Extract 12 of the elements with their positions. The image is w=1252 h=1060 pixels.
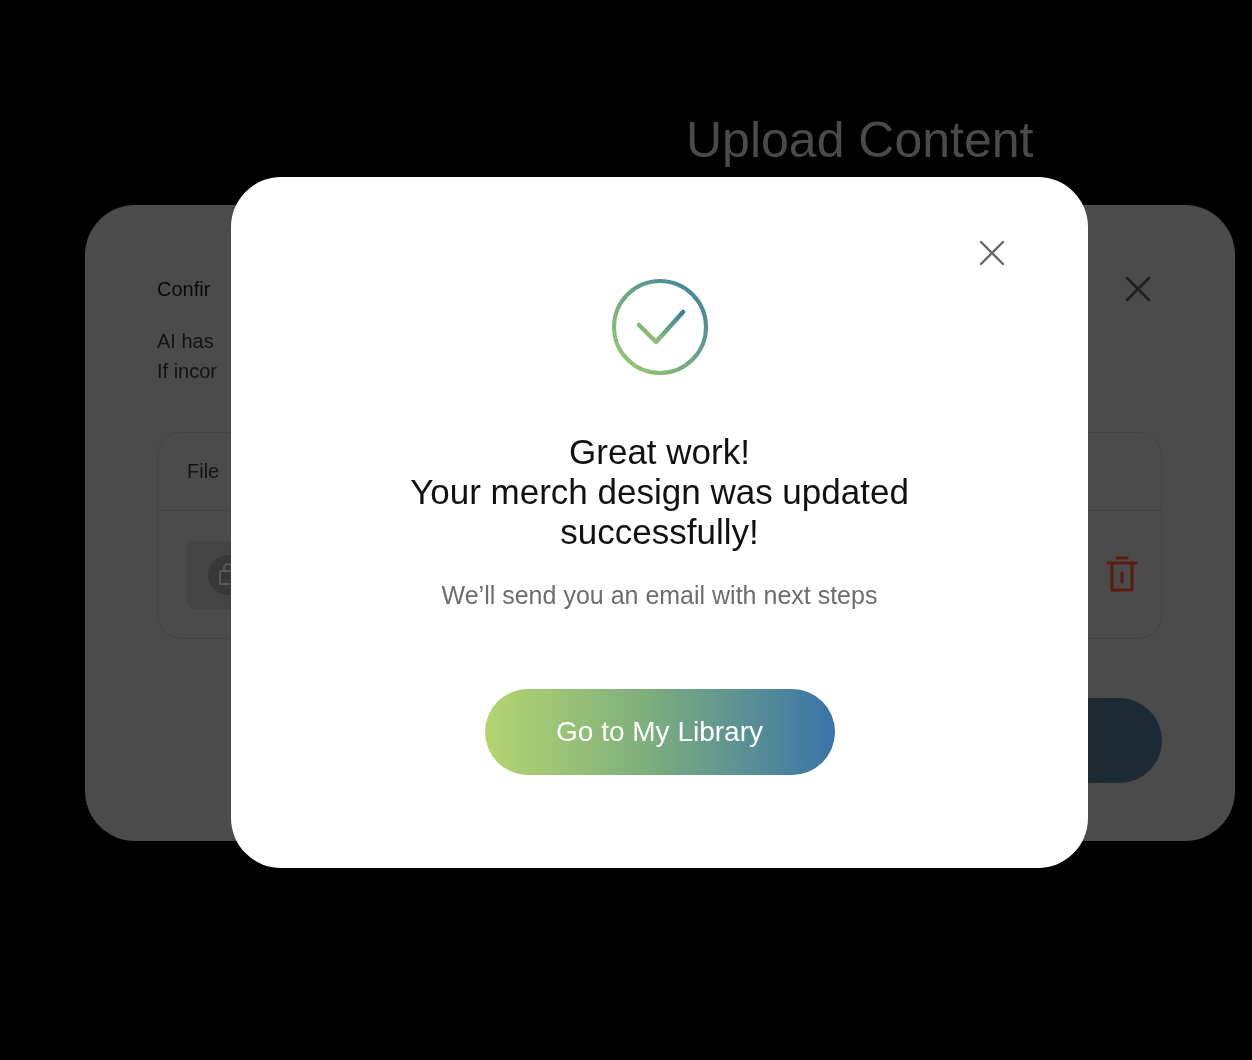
description-text: AI has xyxy=(157,329,214,354)
library-button[interactable]: Go to My Library xyxy=(484,689,835,775)
check-circle-icon xyxy=(611,279,708,375)
close-button[interactable] xyxy=(979,240,1005,266)
page-title: Upload Content xyxy=(686,111,1034,170)
success-title: Great work! xyxy=(569,432,750,472)
trash-icon[interactable] xyxy=(1106,556,1138,593)
success-message: Your merch design was updated successfully! xyxy=(409,472,910,552)
description-text: If incor xyxy=(157,359,218,384)
column-header: File xyxy=(187,460,220,483)
success-subtitle: We’ll send you an email with next steps xyxy=(441,580,878,610)
dialog-title: Confir xyxy=(157,277,211,302)
